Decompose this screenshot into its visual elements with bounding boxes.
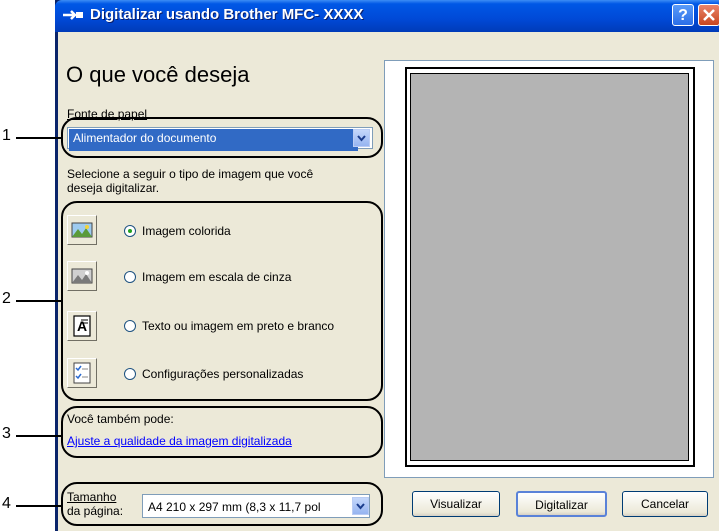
page-title: O que você deseja [66,62,250,87]
callout-number-1: 1 [2,127,11,144]
callout-line-4 [16,505,62,507]
callout-line-1 [16,137,62,139]
window-title: Digitalizar usando Brother MFC- XXXX [90,6,364,23]
scanner-arrow-icon [63,10,83,20]
callout-frame-3 [61,406,383,458]
close-button[interactable] [698,4,719,26]
callout-frame-1 [61,117,383,158]
scan-button[interactable]: Digitalizar [516,491,607,517]
preview-image [410,73,689,461]
close-icon [703,9,715,21]
callout-line-2 [16,300,62,302]
preview-button[interactable]: Visualizar [412,491,500,517]
image-type-prompt: Selecione a seguir o tipo de imagem que … [67,167,314,181]
help-button[interactable]: ? [672,4,694,26]
cancel-button[interactable]: Cancelar [622,491,708,517]
callout-line-3 [16,435,62,437]
callout-number-2: 2 [2,290,11,307]
callout-number-4: 4 [2,495,11,512]
callout-frame-4 [61,482,383,526]
image-type-prompt-2: deseja digitalizar. [67,181,160,195]
callout-frame-2 [61,201,383,401]
callout-number-3: 3 [2,425,11,442]
